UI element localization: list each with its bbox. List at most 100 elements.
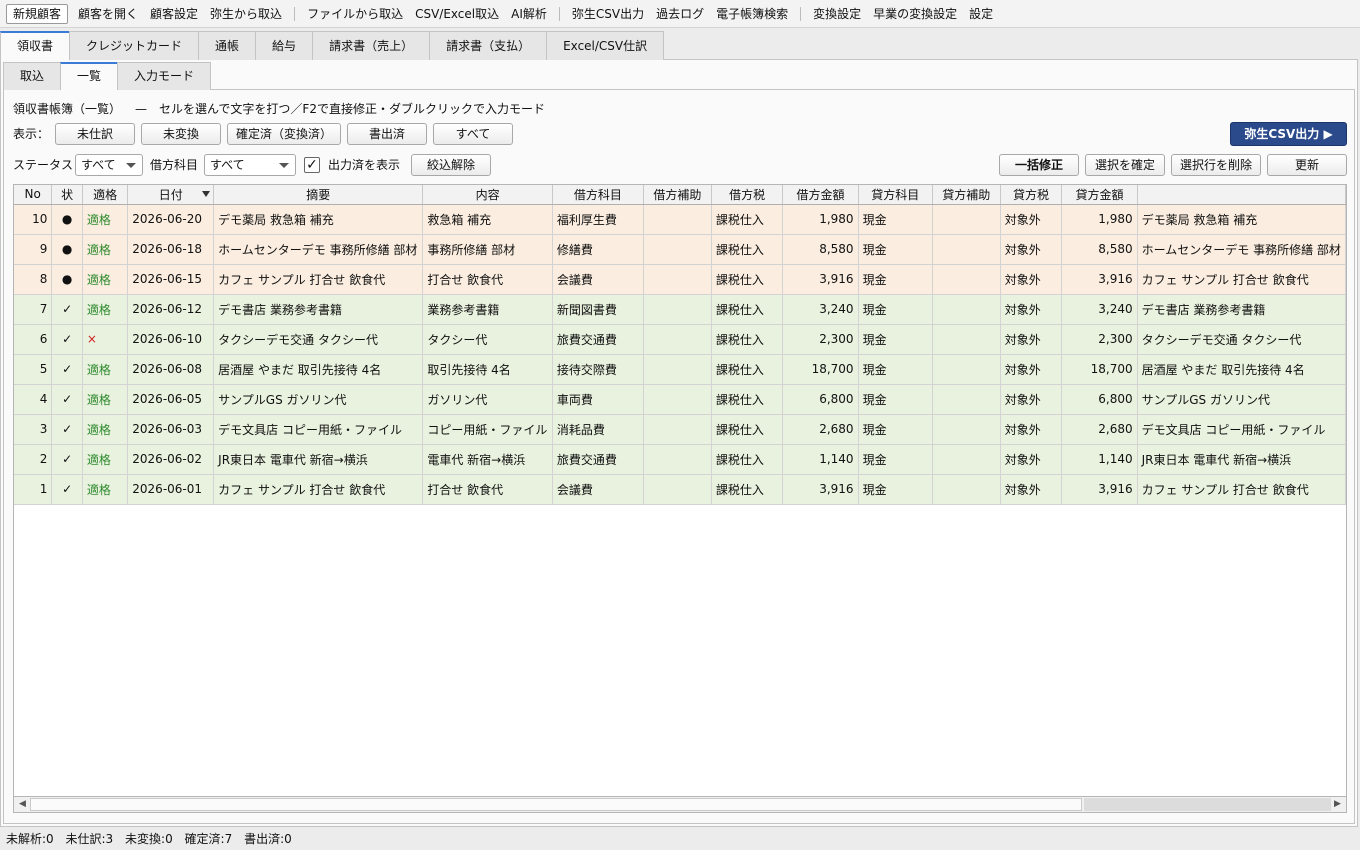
- cell-overflow[interactable]: カフェ サンプル 打合せ 飲食代: [1137, 264, 1346, 295]
- import-from-yayoi-button[interactable]: 弥生から取込: [204, 4, 288, 24]
- table-row[interactable]: 6 ✓ × 2026-06-10 タクシーデモ交通 タクシー代 タクシー代 旅費交通費 課税仕…: [14, 324, 1346, 355]
- tab-credit-card[interactable]: クレジットカード: [69, 31, 200, 60]
- cell-status[interactable]: ●: [51, 234, 83, 265]
- cell-qualified[interactable]: 適格: [82, 384, 129, 415]
- column-header-summary[interactable]: 摘要: [213, 185, 424, 205]
- cell-credit-account[interactable]: 現金: [858, 294, 933, 325]
- cell-status[interactable]: ✓: [51, 294, 83, 325]
- table-row[interactable]: 3 ✓ 適格 2026-06-03 デモ文具店 コピー用紙・ファイル コピー用紙・ファイル…: [14, 414, 1346, 445]
- ai-analysis-button[interactable]: AI解析: [505, 4, 553, 24]
- cell-date[interactable]: 2026-06-10: [127, 324, 215, 355]
- cell-qualified[interactable]: 適格: [82, 234, 129, 265]
- horizontal-scrollbar[interactable]: ◀ ▶: [13, 796, 1347, 813]
- cell-credit-amount[interactable]: 6,800: [1061, 384, 1138, 415]
- cell-status[interactable]: ●: [51, 204, 83, 235]
- table-row[interactable]: 9 ● 適格 2026-06-18 ホームセンターデモ 事務所修繕 部材 事務所修繕 部材…: [14, 234, 1346, 265]
- cell-no[interactable]: 5: [14, 354, 53, 385]
- filter-unconverted-button[interactable]: 未変換: [141, 123, 221, 145]
- cell-credit-tax[interactable]: 対象外: [1000, 234, 1063, 265]
- settings-button[interactable]: 設定: [963, 4, 999, 24]
- filter-exported-button[interactable]: 書出済: [347, 123, 427, 145]
- cell-debit-sub[interactable]: [643, 204, 712, 235]
- cell-debit-tax[interactable]: 課税仕入: [711, 444, 784, 475]
- cell-debit-amount[interactable]: 3,916: [782, 264, 859, 295]
- cell-content[interactable]: 救急箱 補充: [422, 204, 553, 235]
- scroll-right-arrow-icon[interactable]: ▶: [1329, 797, 1346, 812]
- cell-credit-amount[interactable]: 2,680: [1061, 414, 1138, 445]
- cell-content[interactable]: タクシー代: [422, 324, 553, 355]
- cell-summary[interactable]: サンプルGS ガソリン代: [213, 384, 424, 415]
- cell-debit-amount[interactable]: 1,980: [782, 204, 859, 235]
- cell-status[interactable]: ●: [51, 264, 83, 295]
- cell-summary[interactable]: カフェ サンプル 打合せ 飲食代: [213, 474, 424, 505]
- cell-summary[interactable]: 居酒屋 やまだ 取引先接待 4名: [213, 354, 424, 385]
- table-row[interactable]: 7 ✓ 適格 2026-06-12 デモ書店 業務参考書籍 業務参考書籍 新聞図書費 課税仕入…: [14, 294, 1346, 325]
- cell-debit-sub[interactable]: [643, 354, 712, 385]
- table-row[interactable]: 5 ✓ 適格 2026-06-08 居酒屋 やまだ 取引先接待 4名 取引先接待 4名 接待…: [14, 354, 1346, 385]
- cell-debit-amount[interactable]: 3,240: [782, 294, 859, 325]
- table-row[interactable]: 10 ● 適格 2026-06-20 デモ薬局 救急箱 補充 救急箱 補充 福利厚生費 課税仕…: [14, 204, 1346, 235]
- cell-credit-sub[interactable]: [932, 384, 1001, 415]
- tab-bankbook[interactable]: 通帳: [198, 31, 257, 60]
- cell-credit-account[interactable]: 現金: [858, 204, 933, 235]
- cell-content[interactable]: 電車代 新宿→横浜: [422, 444, 553, 475]
- cell-credit-sub[interactable]: [932, 354, 1001, 385]
- cell-credit-amount[interactable]: 1,980: [1061, 204, 1138, 235]
- cell-debit-sub[interactable]: [643, 384, 712, 415]
- cell-date[interactable]: 2026-06-15: [127, 264, 215, 295]
- cell-debit-tax[interactable]: 課税仕入: [711, 474, 784, 505]
- refresh-button[interactable]: 更新: [1267, 154, 1347, 176]
- cell-debit-tax[interactable]: 課税仕入: [711, 324, 784, 355]
- cell-credit-sub[interactable]: [932, 294, 1001, 325]
- cell-debit-amount[interactable]: 2,300: [782, 324, 859, 355]
- cell-credit-tax[interactable]: 対象外: [1000, 444, 1063, 475]
- cell-credit-account[interactable]: 現金: [858, 414, 933, 445]
- cell-debit-account[interactable]: 旅費交通費: [552, 444, 644, 475]
- cell-credit-account[interactable]: 現金: [858, 324, 933, 355]
- cell-credit-account[interactable]: 現金: [858, 384, 933, 415]
- cell-status[interactable]: ✓: [51, 354, 83, 385]
- cell-debit-account[interactable]: 修繕費: [552, 234, 644, 265]
- cell-summary[interactable]: デモ書店 業務参考書籍: [213, 294, 424, 325]
- cell-qualified[interactable]: 適格: [82, 444, 129, 475]
- cell-credit-tax[interactable]: 対象外: [1000, 294, 1063, 325]
- subtab-import[interactable]: 取込: [3, 62, 62, 90]
- tab-invoice-sales[interactable]: 請求書（売上）: [312, 31, 431, 60]
- open-customer-button[interactable]: 顧客を開く: [72, 4, 144, 24]
- column-header-no[interactable]: No: [14, 185, 53, 205]
- yayoi-csv-export-main-button[interactable]: 弥生CSV出力 ▶: [1230, 122, 1347, 146]
- cell-content[interactable]: 業務参考書籍: [422, 294, 553, 325]
- cell-debit-account[interactable]: 車両費: [552, 384, 644, 415]
- cell-credit-account[interactable]: 現金: [858, 234, 933, 265]
- cell-credit-sub[interactable]: [932, 234, 1001, 265]
- cell-overflow[interactable]: 居酒屋 やまだ 取引先接待 4名: [1137, 354, 1346, 385]
- cell-qualified[interactable]: 適格: [82, 204, 129, 235]
- cell-content[interactable]: 打合せ 飲食代: [422, 474, 553, 505]
- cell-credit-account[interactable]: 現金: [858, 354, 933, 385]
- tab-payroll[interactable]: 給与: [255, 31, 314, 60]
- cell-overflow[interactable]: デモ書店 業務参考書籍: [1137, 294, 1346, 325]
- cell-debit-sub[interactable]: [643, 474, 712, 505]
- cell-credit-amount[interactable]: 18,700: [1061, 354, 1138, 385]
- past-log-button[interactable]: 過去ログ: [650, 4, 710, 24]
- cell-debit-tax[interactable]: 課税仕入: [711, 234, 784, 265]
- column-header-credit-sub[interactable]: 貸方補助: [932, 185, 1001, 205]
- filter-all-button[interactable]: すべて: [433, 123, 513, 145]
- cell-debit-sub[interactable]: [643, 264, 712, 295]
- scrollbar-track[interactable]: [1084, 798, 1331, 811]
- cell-no[interactable]: 6: [14, 324, 53, 355]
- status-filter-select[interactable]: すべて: [75, 154, 143, 176]
- cell-no[interactable]: 4: [14, 384, 53, 415]
- cell-qualified[interactable]: 適格: [82, 354, 129, 385]
- cell-overflow[interactable]: カフェ サンプル 打合せ 飲食代: [1137, 474, 1346, 505]
- cell-credit-amount[interactable]: 1,140: [1061, 444, 1138, 475]
- cell-summary[interactable]: カフェ サンプル 打合せ 飲食代: [213, 264, 424, 295]
- cell-credit-amount[interactable]: 3,240: [1061, 294, 1138, 325]
- cell-summary[interactable]: デモ文具店 コピー用紙・ファイル: [213, 414, 424, 445]
- cell-debit-sub[interactable]: [643, 414, 712, 445]
- cell-status[interactable]: ✓: [51, 384, 83, 415]
- column-header-debit-tax[interactable]: 借方税: [711, 185, 784, 205]
- clear-filter-button[interactable]: 絞込解除: [411, 154, 491, 176]
- tab-receipts[interactable]: 領収書: [0, 31, 71, 60]
- cell-status[interactable]: ✓: [51, 324, 83, 355]
